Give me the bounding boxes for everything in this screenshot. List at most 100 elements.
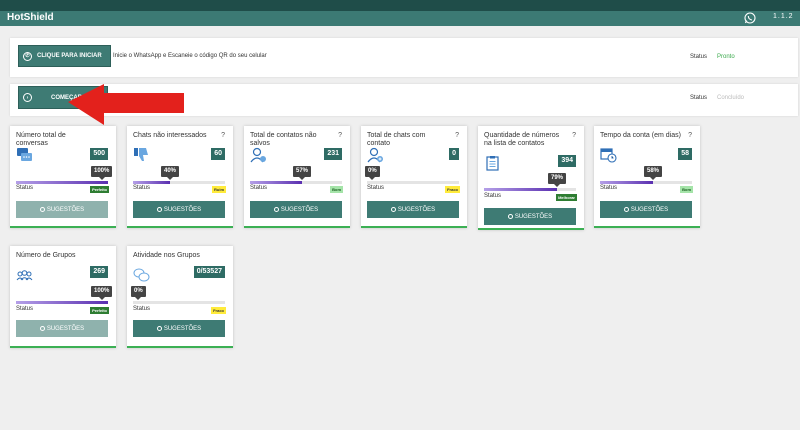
metric-card: Chats não interessados? 60 40% Status Ruim SU…: [127, 126, 233, 228]
thumbs-down-icon: [133, 147, 150, 163]
progress-fill: [16, 301, 108, 304]
group-chat-icon: [133, 267, 150, 283]
progress-tooltip: 0%: [131, 286, 146, 300]
progress-tooltip: 100%: [91, 166, 113, 180]
metric-card: Número de Grupos 269 100% Status Perfeito SUG…: [10, 246, 116, 348]
info-icon: [273, 207, 279, 212]
suggestions-button-label: SUGESTÕES: [46, 206, 85, 213]
progress-tooltip: 40%: [161, 166, 180, 180]
suggestions-button[interactable]: SUGESTÕES: [367, 201, 459, 218]
status-badge: Fraco: [211, 307, 226, 314]
status-badge: Bom: [680, 186, 693, 193]
suggestions-button[interactable]: SUGESTÕES: [16, 320, 108, 337]
status-value-2: Concluído: [717, 95, 745, 101]
metric-value: 60: [211, 148, 225, 160]
progress-bar: [133, 181, 225, 184]
group-icon: [16, 267, 33, 283]
connect-panel: ✆ CLIQUE PARA INICIAR Inicie o WhatsApp …: [10, 38, 798, 77]
suggestions-button-label: SUGESTÕES: [280, 206, 319, 213]
info-icon: [156, 207, 162, 212]
suggestions-button-label: SUGESTÕES: [163, 325, 202, 332]
progress-tooltip: 100%: [91, 286, 113, 300]
suggestions-button-label: SUGESTÕES: [514, 213, 553, 220]
suggestions-button[interactable]: SUGESTÕES: [133, 201, 225, 218]
status-label: Status: [133, 185, 151, 191]
metric-value: 231: [324, 148, 342, 160]
progress-bar: [600, 181, 692, 184]
help-icon[interactable]: ?: [221, 132, 225, 139]
card-title: Quantidade de números na lista de contat…: [484, 132, 560, 147]
window-top-strip: [0, 0, 800, 11]
card-title: Tempo da conta (em dias): [600, 132, 681, 139]
status-label: Status: [16, 306, 34, 312]
metric-value: 500: [90, 148, 108, 160]
progress-fill: [250, 181, 302, 184]
status-label: Status: [133, 306, 151, 312]
progress-tooltip: 57%: [293, 166, 312, 180]
metric-card: Número total de conversas 500 100% Status Pe…: [10, 126, 116, 228]
progress-bar: [16, 181, 108, 184]
help-icon[interactable]: ?: [688, 132, 692, 139]
user-add-icon: [367, 147, 384, 163]
status-badge: Fraco: [445, 186, 460, 193]
app-header: HotShield 1.1.2: [0, 11, 800, 26]
arrow-right-icon: ›: [23, 93, 32, 102]
metric-value: 269: [90, 266, 108, 278]
info-icon: [156, 326, 162, 331]
suggestions-button-label: SUGESTÕES: [397, 206, 436, 213]
suggestions-button[interactable]: SUGESTÕES: [600, 201, 692, 218]
progress-tooltip: 79%: [548, 173, 567, 187]
info-icon: [39, 207, 45, 212]
status-badge: Perfeito: [90, 307, 109, 314]
status-label: Status: [367, 185, 385, 191]
metric-card: Tempo da conta (em dias)? 58 58% Status Bom S…: [594, 126, 700, 228]
start-button[interactable]: ✆ CLIQUE PARA INICIAR: [18, 45, 111, 67]
whatsapp-button-icon: ✆: [23, 51, 32, 61]
status-label-2: Status: [690, 95, 708, 101]
metric-value: 394: [558, 155, 576, 167]
progress-fill: [484, 188, 557, 191]
card-title: Número total de conversas: [16, 132, 66, 147]
metric-value: 58: [678, 148, 692, 160]
card-title: Atividade nos Grupos: [133, 252, 200, 259]
whatsapp-icon[interactable]: [744, 12, 756, 24]
help-icon[interactable]: ?: [572, 132, 576, 139]
clipboard-list-icon: [484, 155, 501, 171]
progress-bar: [367, 181, 459, 184]
suggestions-button-label: SUGESTÕES: [630, 206, 669, 213]
status-badge: Ruim: [212, 186, 226, 193]
card-title: Total de chats com contato: [367, 132, 426, 147]
chat-bubbles-icon: [16, 147, 33, 163]
status-label: Status: [600, 185, 618, 191]
card-title: Número de Grupos: [16, 252, 76, 259]
suggestions-button[interactable]: SUGESTÕES: [133, 320, 225, 337]
info-icon: [39, 326, 45, 331]
start-button-label: CLIQUE PARA INICIAR: [37, 53, 102, 59]
progress-fill: [600, 181, 653, 184]
instruction-text: Inicie o WhatsApp e Escaneie o código QR…: [113, 53, 267, 59]
status-value: Pronto: [717, 54, 735, 60]
status-label: Status: [690, 54, 708, 60]
card-title: Chats não interessados: [133, 132, 207, 139]
status-badge: Bom: [330, 186, 343, 193]
status-label: Status: [16, 185, 34, 191]
progress-tooltip: 0%: [365, 166, 380, 180]
info-icon: [623, 207, 629, 212]
calendar-clock-icon: [600, 147, 617, 163]
progress-bar: [250, 181, 342, 184]
metric-card: Total de chats com contato? 0 0% Status Frac…: [361, 126, 467, 228]
progress-tooltip: 58%: [644, 166, 663, 180]
progress-bar: [484, 188, 576, 191]
progress-bar: [16, 301, 108, 304]
metric-card: Quantidade de números na lista de contat…: [478, 126, 584, 230]
status-label: Status: [250, 185, 268, 191]
help-icon[interactable]: ?: [455, 132, 459, 139]
suggestions-button[interactable]: SUGESTÕES: [16, 201, 108, 218]
card-title: Total de contatos não salvos: [250, 132, 317, 147]
info-icon: [390, 207, 396, 212]
help-icon[interactable]: ?: [338, 132, 342, 139]
user-check-icon: [250, 147, 267, 163]
suggestions-button[interactable]: SUGESTÕES: [250, 201, 342, 218]
metric-card: Total de contatos não salvos? 231 57% Statu…: [244, 126, 350, 228]
suggestions-button[interactable]: SUGESTÕES: [484, 208, 576, 225]
